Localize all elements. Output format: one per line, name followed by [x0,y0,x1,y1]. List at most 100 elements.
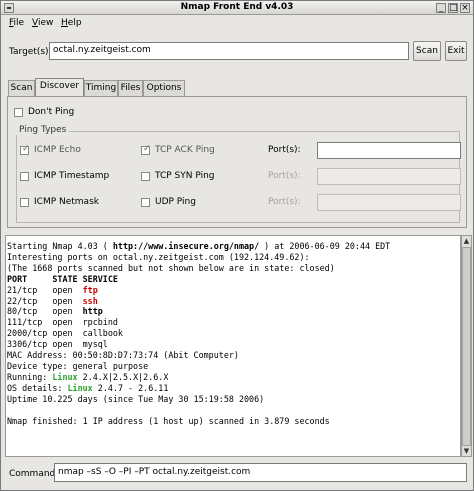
nmap-window: Nmap Front End v4.03 _ □ × File View Hel… [0,0,474,491]
output-segment: (The 1668 ports scanned but not shown be… [7,262,335,273]
tcp-syn-ports-label: Port(s): [268,171,301,181]
udp-ports-label: Port(s): [268,197,301,207]
output-line: Device type: general purpose [7,361,460,372]
maximize-icon: □ [449,3,458,13]
scroll-thumb[interactable] [462,247,471,446]
ping-types-title: Ping Types [16,125,70,135]
command-input[interactable]: nmap –sS –O –PI –PT octal.ny.zeitgeist.c… [54,463,467,482]
tab-timing[interactable]: Timing [84,80,118,96]
output-segment: ftp [82,284,98,295]
icmp-netmask-label: ICMP Netmask [34,197,99,207]
output-line: PORT STATE SERVICE [7,274,460,285]
check-mark-icon: ✓ [22,144,30,154]
output-line: 80/tcp open http [7,306,460,317]
output-segment: OS details: [7,382,68,393]
udp-ports-input [317,194,461,211]
output-segment: Starting Nmap 4.03 ( [7,241,113,251]
output-line: MAC Address: 00:50:8D:D7:73:74 (Abit Com… [7,350,460,361]
output-segment: 80/tcp open [7,306,83,317]
tcp-ack-ports-input[interactable] [317,142,461,159]
menu-help-mnemonic: H [61,18,68,28]
output-line: Starting Nmap 4.03 ( http://www.insecure… [7,241,460,252]
menu-bar: File View Help [1,16,473,32]
output-segment: http [82,306,103,317]
output-segment: Device type: general purpose [7,360,149,371]
minimize-button[interactable]: _ [436,3,446,13]
icmp-echo-label: ICMP Echo [34,145,81,155]
scan-output[interactable]: Starting Nmap 4.03 ( http://www.insecure… [5,235,461,457]
tcp-syn-ping-checkbox[interactable] [141,172,150,181]
tab-files[interactable]: Files [118,80,143,96]
tcp-syn-ports-input [317,168,461,185]
output-segment: Interesting ports on octal.ny.zeitgeist.… [7,251,310,262]
tcp-ack-ports-label: Port(s): [268,145,301,155]
udp-ping-checkbox[interactable] [141,198,150,207]
dont-ping-label: Don't Ping [28,107,75,117]
menu-view-rest: iew [37,18,54,28]
target-label: Target(s): [9,47,52,57]
output-line: Nmap finished: 1 IP address (1 host up) … [7,416,460,427]
output-segment: 3306/tcp open mysql [7,339,108,350]
output-segment: Linux [52,371,78,382]
output-segment: http://www.insecure.org/nmap/ [112,241,260,251]
output-segment: 2.4.X|2.5.X|2.6.X [77,371,169,382]
scroll-up-icon[interactable]: ▲ [462,236,471,246]
minimize-icon: _ [438,3,444,13]
output-segment: 2.4.7 - 2.6.11 [92,382,169,393]
output-segment: Running: [7,371,53,382]
icmp-netmask-checkbox[interactable] [20,198,29,207]
menu-file-rest: ile [13,18,25,28]
icmp-echo-checkbox[interactable]: ✓ [20,144,30,155]
scroll-down-icon[interactable]: ▼ [462,446,471,456]
menu-file[interactable]: File [9,18,24,28]
icmp-timestamp-checkbox[interactable] [20,172,29,181]
tab-scan[interactable]: Scan [8,80,35,96]
udp-ping-label: UDP Ping [155,197,196,207]
output-line: 2000/tcp open callbook [7,328,460,339]
close-button[interactable]: × [460,3,470,13]
output-segment: Linux [67,382,93,393]
scan-output-text: Starting Nmap 4.03 ( http://www.insecure… [7,241,460,426]
output-line: Running: Linux 2.4.X|2.5.X|2.6.X [7,372,460,383]
output-segment: ssh [82,295,98,306]
command-label: Command: [9,469,59,479]
target-input[interactable]: octal.ny.zeitgeist.com [49,42,409,60]
icmp-timestamp-label: ICMP Timestamp [34,171,110,181]
scan-button[interactable]: Scan [413,41,441,61]
output-segment: 21/tcp open [7,284,83,295]
output-segment: 2000/tcp open callbook [7,328,123,339]
output-line: 22/tcp open ssh [7,296,460,307]
output-line: Uptime 10.225 days (since Tue May 30 15:… [7,394,460,405]
menu-help-rest: elp [67,18,82,28]
output-line: OS details: Linux 2.4.7 - 2.6.11 [7,383,460,394]
tcp-ack-ping-label: TCP ACK Ping [155,145,215,155]
exit-button[interactable]: Exit [445,41,467,61]
output-line: Interesting ports on octal.ny.zeitgeist.… [7,252,460,263]
output-line: 3306/tcp open mysql [7,339,460,350]
menu-view[interactable]: View [32,18,53,28]
output-line: (The 1668 ports scanned but not shown be… [7,263,460,274]
output-segment: Nmap finished: 1 IP address (1 host up) … [7,415,330,426]
tcp-syn-ping-label: TCP SYN Ping [155,171,215,181]
dont-ping-checkbox[interactable] [14,108,23,117]
close-icon: × [461,3,469,13]
output-segment: 111/tcp open rpcbind [7,317,118,328]
tab-discover[interactable]: Discover [35,78,84,97]
output-line: 21/tcp open ftp [7,285,460,296]
output-segment: ) at 2006-06-09 20:44 EDT [259,241,391,251]
window-title: Nmap Front End v4.03 [180,2,294,12]
maximize-button[interactable]: □ [448,3,458,13]
check-mark-icon: ✓ [143,144,151,154]
output-line: 111/tcp open rpcbind [7,317,460,328]
output-scrollbar[interactable]: ▲ ▼ [461,235,472,457]
output-segment: 22/tcp open [7,295,83,306]
menu-help[interactable]: Help [61,18,82,28]
discover-panel: Don't Ping Ping Types ✓ ICMP Echo ✓ TCP … [7,96,467,228]
output-segment: PORT STATE SERVICE [7,273,118,284]
tcp-ack-ping-checkbox[interactable]: ✓ [141,144,151,155]
title-bar[interactable]: Nmap Front End v4.03 _ □ × [1,1,473,15]
output-segment: MAC Address: 00:50:8D:D7:73:74 (Abit Com… [7,350,239,361]
output-segment: Uptime 10.225 days (since Tue May 30 15:… [7,393,265,404]
tab-options[interactable]: Options [143,80,185,96]
